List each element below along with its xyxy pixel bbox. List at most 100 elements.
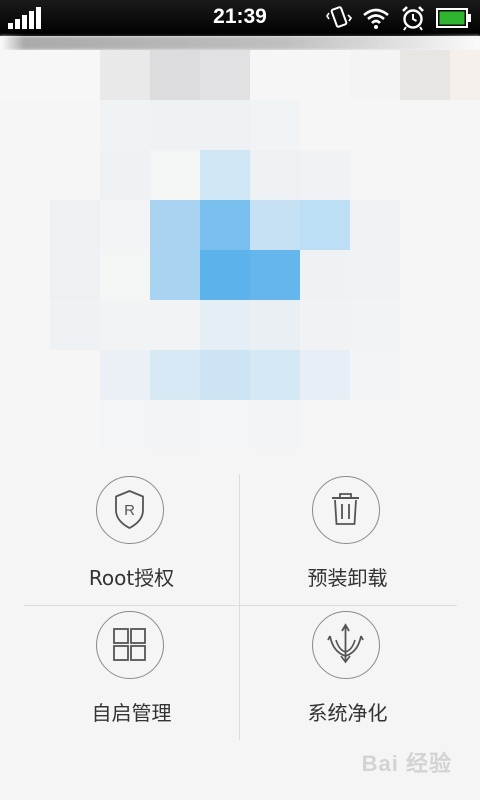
mosaic-pixel — [200, 150, 250, 200]
tile-preinstalled-uninstall[interactable]: 预装卸载 — [240, 474, 455, 605]
icon-circle — [312, 611, 380, 679]
mosaic-pixel — [450, 300, 480, 350]
mosaic-pixel — [300, 200, 350, 250]
mosaic-pixel — [150, 250, 200, 300]
mosaic-pixel — [250, 200, 300, 250]
vibrate-icon — [326, 6, 352, 28]
mosaic-pixel — [0, 150, 50, 200]
alarm-icon — [402, 6, 424, 31]
mosaic-pixel — [350, 200, 400, 250]
mosaic-pixel — [350, 350, 400, 400]
mosaic-pixel — [200, 350, 250, 400]
mosaic-pixel — [350, 400, 400, 450]
mosaic-pixel — [400, 250, 450, 300]
icon-circle — [312, 476, 380, 544]
mosaic-pixel — [400, 50, 450, 100]
mosaic-pixel — [250, 50, 300, 100]
mosaic-pixel — [400, 200, 450, 250]
four-squares-icon — [113, 628, 146, 661]
mosaic-pixel — [50, 350, 100, 400]
tile-system-cleanup[interactable]: 系统净化 — [240, 609, 455, 740]
mosaic-pixel — [200, 250, 250, 300]
mosaic-pixel — [400, 300, 450, 350]
tile-root-authorization[interactable]: R Root授权 — [24, 474, 239, 605]
mosaic-pixel — [300, 350, 350, 400]
tile-label: 预装卸载 — [307, 566, 388, 590]
watermark: Bai 经验 — [361, 751, 452, 776]
mosaic-pixel — [450, 250, 480, 300]
mosaic-pixel — [150, 400, 200, 450]
mosaic-pixel — [50, 400, 100, 450]
battery-icon — [436, 8, 471, 28]
mosaic-pixel — [450, 200, 480, 250]
mosaic-pixel — [250, 350, 300, 400]
trash-icon — [332, 493, 359, 525]
mosaic-pixel — [200, 400, 250, 450]
mosaic-pixel — [150, 150, 200, 200]
mosaic-pixel — [100, 250, 150, 300]
header-shadow — [0, 36, 480, 50]
mosaic-pixel — [300, 50, 350, 100]
svg-text:R: R — [124, 502, 135, 519]
mosaic-pixel — [200, 50, 250, 100]
status-bar: 21:39 — [0, 0, 480, 36]
mosaic-pixel — [0, 400, 50, 450]
mosaic-pixel — [100, 400, 150, 450]
wifi-icon — [363, 8, 389, 29]
mosaic-pixel — [150, 50, 200, 100]
trident-icon — [327, 623, 364, 664]
pixelated-banner — [0, 50, 480, 450]
tile-label: Root授权 — [88, 566, 175, 590]
mosaic-pixel — [300, 300, 350, 350]
mosaic-pixel — [250, 250, 300, 300]
mosaic-pixel — [0, 100, 50, 150]
mosaic-pixel — [450, 400, 480, 450]
mosaic-pixel — [350, 300, 400, 350]
screen: 21:39 R Root授权 预装卸载 自启管理 系统净化 Bai 经验 — [0, 0, 480, 800]
mosaic-pixel — [350, 250, 400, 300]
mosaic-pixel — [0, 200, 50, 250]
mosaic-pixel — [300, 400, 350, 450]
status-icons — [326, 4, 472, 32]
mosaic-pixel — [0, 300, 50, 350]
mosaic-pixel — [150, 100, 200, 150]
mosaic-pixel — [150, 300, 200, 350]
mosaic-pixel — [300, 100, 350, 150]
mosaic-pixel — [400, 400, 450, 450]
mosaic-pixel — [350, 100, 400, 150]
mosaic-pixel — [50, 300, 100, 350]
mosaic-pixel — [400, 100, 450, 150]
tile-label: 自启管理 — [91, 701, 172, 725]
mosaic-pixel — [50, 150, 100, 200]
mosaic-pixel — [250, 150, 300, 200]
mosaic-pixel — [250, 300, 300, 350]
mosaic-pixel — [350, 150, 400, 200]
mosaic-pixel — [150, 200, 200, 250]
tile-autostart-management[interactable]: 自启管理 — [24, 609, 239, 740]
mosaic-pixel — [0, 250, 50, 300]
mosaic-pixel — [400, 350, 450, 400]
mosaic-pixel — [450, 150, 480, 200]
mosaic-pixel — [300, 150, 350, 200]
feature-grid: R Root授权 预装卸载 自启管理 系统净化 — [24, 474, 457, 740]
mosaic-pixel — [450, 50, 480, 100]
mosaic-pixel — [200, 100, 250, 150]
mosaic-pixel — [0, 350, 50, 400]
mosaic-pixel — [100, 300, 150, 350]
grid-divider-horizontal — [24, 605, 457, 606]
mosaic-pixel — [250, 400, 300, 450]
mosaic-pixel — [100, 200, 150, 250]
tile-label: 系统净化 — [307, 701, 388, 725]
mosaic-pixel — [150, 350, 200, 400]
mosaic-pixel — [350, 50, 400, 100]
mosaic-pixel — [50, 100, 100, 150]
mosaic-pixel — [300, 250, 350, 300]
mosaic-pixel — [50, 250, 100, 300]
mosaic-pixel — [200, 200, 250, 250]
mosaic-pixel — [450, 100, 480, 150]
mosaic-pixel — [100, 150, 150, 200]
mosaic-pixel — [100, 350, 150, 400]
icon-circle: R — [96, 476, 164, 544]
mosaic-pixel — [200, 300, 250, 350]
mosaic-pixel — [400, 150, 450, 200]
